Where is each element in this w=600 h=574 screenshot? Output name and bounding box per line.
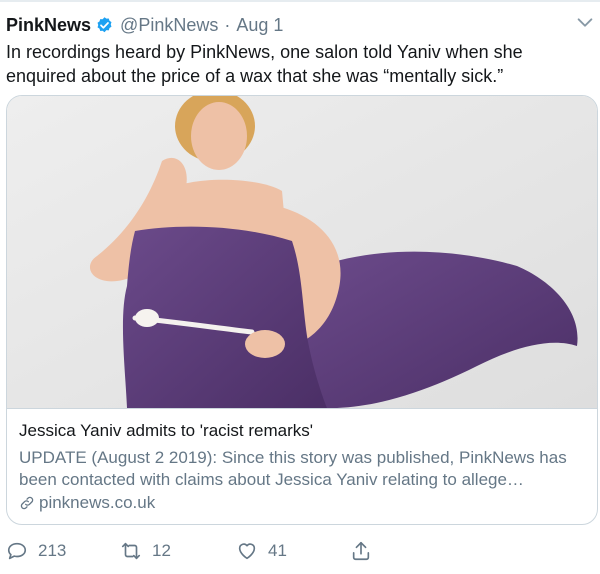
retweet-button[interactable]: 12	[120, 540, 171, 562]
like-button[interactable]: 41	[236, 540, 287, 562]
card-body[interactable]: Jessica Yaniv admits to 'racist remarks'…	[7, 408, 597, 524]
share-icon	[352, 541, 370, 561]
tweet-actions: 213 12 41	[6, 540, 600, 564]
tweet-date[interactable]: Aug 1	[236, 15, 283, 36]
card-image[interactable]	[7, 96, 598, 408]
reply-count: 213	[38, 541, 67, 560]
like-count: 41	[268, 541, 287, 560]
retweet-count: 12	[152, 541, 171, 560]
author-handle[interactable]: @PinkNews	[120, 15, 218, 36]
tweet[interactable]: PinkNews @PinkNews · Aug 1 In recordings…	[0, 0, 600, 574]
author-name[interactable]: PinkNews	[6, 15, 91, 36]
reply-icon	[7, 542, 27, 560]
reply-button[interactable]: 213	[6, 540, 66, 562]
card-title[interactable]: Jessica Yaniv admits to 'racist remarks'	[19, 421, 313, 441]
separator-dot: ·	[224, 14, 231, 35]
link-icon	[20, 496, 34, 510]
tweet-text: In recordings heard by PinkNews, one sal…	[6, 42, 523, 86]
retweet-icon	[121, 542, 141, 560]
card-description: UPDATE (August 2 2019): Since this story…	[19, 448, 567, 489]
card-domain[interactable]: pinknews.co.uk	[19, 493, 155, 513]
verified-badge-icon	[97, 16, 112, 32]
heart-icon	[238, 543, 256, 560]
card-domain-text[interactable]: pinknews.co.uk	[39, 493, 155, 513]
share-button[interactable]	[350, 540, 372, 562]
tweet-header: PinkNews @PinkNews · Aug 1	[6, 13, 283, 37]
chevron-down-icon[interactable]	[574, 12, 596, 34]
top-divider	[0, 0, 600, 2]
link-card[interactable]: Jessica Yaniv admits to 'racist remarks'…	[6, 95, 598, 525]
